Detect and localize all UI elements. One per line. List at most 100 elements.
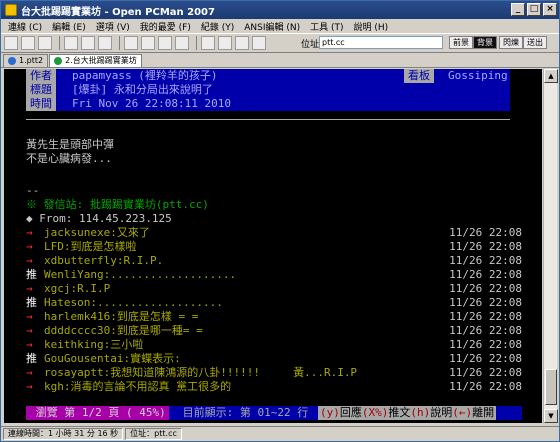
time-label: 時間 <box>26 97 56 111</box>
push-user: kgh <box>44 380 64 393</box>
foreground-button[interactable]: 前景 <box>449 36 473 49</box>
menu-bar: 連線 (C) 編輯 (E) 選項 (V) 我的最愛 (F) 紀錄 (Y) ANS… <box>1 19 559 33</box>
signature-dashes: -- <box>26 184 40 197</box>
tab-label: 1.ptt2 <box>19 56 44 65</box>
author-label: 作者 <box>26 69 56 83</box>
push-message: :消毒的言論不用認真 黨工很多的 <box>63 380 232 393</box>
menu-help[interactable]: 說明 (H) <box>349 20 394 33</box>
reply-key[interactable]: (y) <box>320 406 340 419</box>
push-row: → LFD:到底是怎樣啦 11/26 22:08 <box>26 240 522 253</box>
connect-icon[interactable] <box>4 36 18 50</box>
push-time: 11/26 22:08 <box>449 254 522 267</box>
leave-label: 離開 <box>472 406 495 419</box>
title-bar[interactable]: 台大批踢踢實業坊 - Open PCMan 2007 _ □ × <box>1 1 559 19</box>
menu-options[interactable]: 選項 (V) <box>91 20 135 33</box>
scroll-down-icon[interactable]: ▼ <box>544 409 558 423</box>
background-button[interactable]: 背景 <box>473 36 497 49</box>
tab-ptt2[interactable]: 1.ptt2 <box>3 54 49 67</box>
tab-ptt[interactable]: 2.台大批踢踢實業坊 <box>49 54 142 67</box>
push-message: :到底是哪一種= = <box>110 324 203 337</box>
help-icon[interactable] <box>252 36 266 50</box>
push-tag: 推 <box>26 352 37 365</box>
title-value: [爆卦] 永和分局出來說明了 <box>72 83 213 96</box>
push-user: keithking <box>44 338 104 351</box>
blink-button[interactable]: 閃爍 <box>499 36 523 49</box>
push-message: :R.I.P. <box>116 254 164 267</box>
arrow-tag: → <box>26 380 33 393</box>
minimize-button[interactable]: _ <box>511 3 525 16</box>
favorites-icon[interactable] <box>158 36 172 50</box>
fullscreen-icon[interactable] <box>235 36 249 50</box>
help-key[interactable]: (h) <box>410 406 430 419</box>
push-user: xgcj <box>44 282 71 295</box>
push-time: 11/26 22:08 <box>449 282 522 295</box>
toolbar-separator <box>196 36 197 50</box>
push-tag: 推 <box>26 268 37 281</box>
arrow-tag: → <box>26 282 33 295</box>
scroll-up-icon[interactable]: ▲ <box>544 69 558 83</box>
push-user: rosayaptt <box>44 366 104 379</box>
reconnect-icon[interactable] <box>38 36 52 50</box>
body-line: 不是心臟病發... <box>26 152 112 165</box>
push-user: ddddcccc30 <box>44 324 111 337</box>
vertical-scrollbar[interactable]: ▲ ▼ <box>543 69 558 423</box>
push-key[interactable]: (X%) <box>362 406 389 419</box>
push-row: → keithking:三小啦 11/26 22:08 <box>26 338 522 351</box>
menu-edit[interactable]: 編輯 (E) <box>47 20 91 33</box>
push-row: → jacksunexe:又來了 11/26 22:08 <box>26 226 522 239</box>
push-message: :我想知道陳鴻源的八卦!!!!!! 黃...R.I.P <box>103 366 358 379</box>
leave-key[interactable]: (←) <box>452 406 472 419</box>
send-button[interactable]: 送出 <box>523 36 547 49</box>
progress-indicator: 瀏覽 第 1/2 頁 ( 45%) <box>26 406 169 420</box>
push-time: 11/26 22:08 <box>449 296 522 309</box>
copy-icon[interactable] <box>64 36 78 50</box>
push-label: 推文 <box>388 406 411 419</box>
push-message: :................... <box>103 268 237 281</box>
push-row: → xgcj:R.I.P 11/26 22:08 <box>26 282 522 295</box>
push-user: Hateson <box>44 296 91 309</box>
address-input[interactable]: ptt.cc <box>319 36 443 49</box>
window-title: 台大批踢踢實業坊 - Open PCMan 2007 <box>21 6 215 18</box>
maximize-button[interactable]: □ <box>527 3 541 16</box>
menu-favorites[interactable]: 我的最愛 (F) <box>135 20 196 33</box>
push-time: 11/26 22:08 <box>449 380 522 393</box>
push-row: → kgh:消毒的言論不用認真 黨工很多的 11/26 22:08 <box>26 380 522 393</box>
key-hints: (y)回應(X%)推文(h)說明(←)離開 <box>318 406 497 420</box>
push-user: LFD <box>44 240 64 253</box>
paste-icon[interactable] <box>81 36 95 50</box>
body-line: 黃先生是頭部中彈 <box>26 138 114 151</box>
window-icon[interactable] <box>218 36 232 50</box>
scroll-thumb[interactable] <box>545 369 557 405</box>
anti-idle-icon[interactable] <box>175 36 189 50</box>
connection-host: 位址：ptt.cc <box>125 428 182 440</box>
window-controls: _ □ × <box>511 3 557 16</box>
settings-icon[interactable] <box>141 36 155 50</box>
menu-log[interactable]: 紀錄 (Y) <box>196 20 239 33</box>
tab-bar: 1.ptt2 2.台大批踢踢實業坊 <box>1 54 559 68</box>
screen-icon[interactable] <box>201 36 215 50</box>
time-row: 時間 Fri Nov 26 22:08:11 2010 <box>26 97 510 111</box>
close-button[interactable]: × <box>543 3 557 16</box>
board-label: 看板 <box>404 69 434 83</box>
connection-icon <box>8 57 16 65</box>
disconnect-icon[interactable] <box>21 36 35 50</box>
select-all-icon[interactable] <box>98 36 112 50</box>
push-row: → xdbutterfly:R.I.P. 11/26 22:08 <box>26 254 522 267</box>
push-time: 11/26 22:08 <box>449 352 522 365</box>
push-time: 11/26 22:08 <box>449 366 522 379</box>
title-label: 標題 <box>26 83 56 97</box>
font-icon[interactable] <box>124 36 138 50</box>
push-user: jacksunexe <box>44 226 111 239</box>
terminal-screen[interactable]: 作者 papamyass (裡羚羊的孩子) 看板 Gossiping 標題 [爆… <box>4 69 542 423</box>
menu-connect[interactable]: 連線 (C) <box>3 20 47 33</box>
push-user: GouGousentai <box>44 352 124 365</box>
push-row: 推 WenliYang:................... 11/26 22:0… <box>26 268 522 281</box>
push-time: 11/26 22:08 <box>449 324 522 337</box>
arrow-tag: → <box>26 254 33 267</box>
push-tag: 推 <box>26 296 37 309</box>
connection-icon <box>54 57 63 65</box>
menu-ansi-edit[interactable]: ANSI編輯 (N) <box>239 20 305 33</box>
menu-tools[interactable]: 工具 (T) <box>305 20 348 33</box>
author-row: 作者 papamyass (裡羚羊的孩子) 看板 Gossiping <box>26 69 510 83</box>
push-message: :R.I.P <box>70 282 111 295</box>
